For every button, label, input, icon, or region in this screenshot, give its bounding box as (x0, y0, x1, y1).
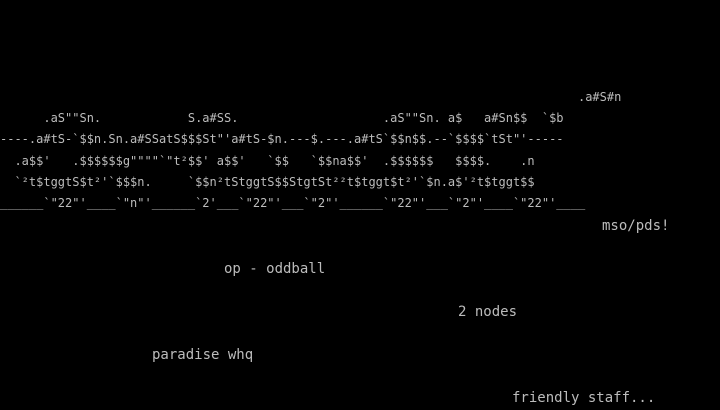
logo-line-1: .a#S#n (0, 90, 622, 104)
logo-line-5: `²t$tggtS$t²'`$$$n. `$$n²tStggtS$$StgtSt… (0, 175, 535, 189)
logo-line-2: .aS""Sn. S.a#SS. .aS""Sn. a$ a#Sn$$ `$b (0, 111, 564, 125)
ansi-screen: .a#S#n .aS""Sn. S.a#SS. .aS""Sn. a$ a#Sn… (0, 0, 720, 410)
whq-line: paradise whq (152, 347, 254, 363)
logo-line-3: ----.a#tS-`$$n.Sn.a#SSatS$$$St"'a#tS-$n.… (0, 132, 564, 146)
artist-credit: mso/pds! (602, 218, 670, 234)
nodes-line: 2 nodes (458, 304, 518, 320)
logo-line-6: ______`"22"'____`"n"'______`2'___`"22"'_… (0, 196, 586, 210)
logo-line-4: .a$$' .$$$$$$g""""`"t²$$' a$$' `$$ `$$na… (0, 154, 535, 168)
staff-line: friendly staff... (512, 390, 656, 406)
sysop-line: op - oddball (224, 261, 326, 277)
